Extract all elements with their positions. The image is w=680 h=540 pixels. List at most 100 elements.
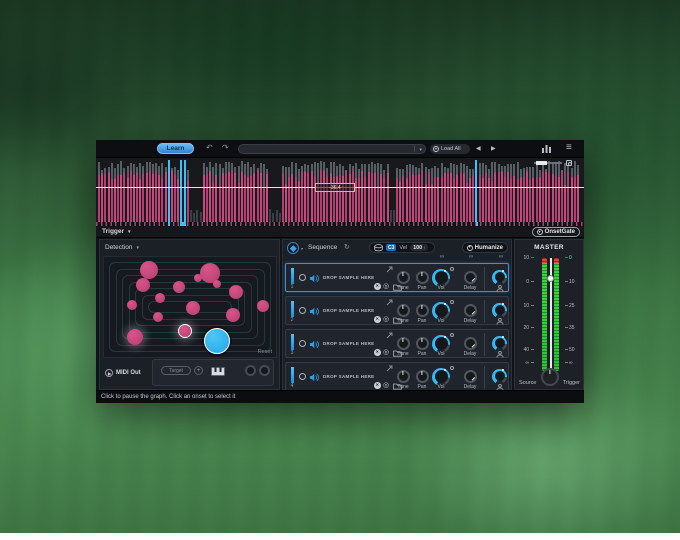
tune-knob[interactable] <box>396 271 410 284</box>
drop-sample-zone[interactable]: DROP SAMPLE HERE <box>323 275 374 280</box>
expand-icon[interactable] <box>386 266 393 273</box>
drop-sample-zone[interactable]: DROP SAMPLE HERE <box>323 374 374 379</box>
onset-bubble[interactable] <box>173 281 185 293</box>
pan-knob[interactable] <box>415 304 429 317</box>
loop-icon[interactable]: ↻ <box>344 243 350 251</box>
onset-bubble[interactable] <box>194 274 202 282</box>
delay-knob[interactable] <box>463 370 477 383</box>
zoom-slider[interactable] <box>534 161 562 165</box>
note-value[interactable]: C3 <box>386 244 397 251</box>
expand-icon[interactable] <box>386 332 393 339</box>
link-infinity-icon[interactable]: ∞ <box>495 254 507 260</box>
delay-knob[interactable] <box>463 304 477 317</box>
clear-sample-icon[interactable]: ✕ <box>374 283 381 290</box>
learn-button[interactable]: Learn <box>157 143 194 154</box>
onsetgate-toggle[interactable]: ▾ OnsetGate <box>531 227 580 237</box>
zoom-slider-handle[interactable] <box>536 161 547 165</box>
onset-bubble[interactable] <box>136 278 150 292</box>
undo-icon[interactable]: ↶ <box>206 143 213 152</box>
source-trigger-mix-knob[interactable] <box>541 368 559 386</box>
tune-knob[interactable] <box>396 337 410 350</box>
onset-bubble[interactable] <box>213 280 221 288</box>
preset-caret-icon[interactable]: ▾ <box>419 147 422 153</box>
detection-knob-1[interactable] <box>245 365 256 376</box>
master-fader-track[interactable] <box>547 258 554 371</box>
onset-bubble[interactable] <box>229 285 243 299</box>
onset-bubble[interactable] <box>226 308 240 322</box>
pan-knob[interactable] <box>415 370 429 383</box>
onset-bubble[interactable] <box>153 312 163 322</box>
chart-icon[interactable] <box>542 144 552 153</box>
clear-sample-icon[interactable]: ✕ <box>374 382 381 389</box>
humanize-knob[interactable] <box>492 335 507 351</box>
expand-icon[interactable] <box>386 299 393 306</box>
pan-knob[interactable] <box>415 337 429 350</box>
humanize-knob[interactable] <box>492 368 507 384</box>
humanize-knob[interactable] <box>492 302 507 318</box>
row-select-radio[interactable] <box>299 307 306 314</box>
tune-knob[interactable] <box>396 370 410 383</box>
master-fader-thumb[interactable] <box>547 275 554 282</box>
trigger-dropdown[interactable]: Trigger ▾ <box>102 228 131 235</box>
vol-knob[interactable] <box>432 268 450 287</box>
magnifier-icon[interactable] <box>566 160 572 166</box>
onset-bubble[interactable] <box>127 300 137 310</box>
solo-circle-icon[interactable]: ◎ <box>383 348 389 356</box>
sample-row[interactable]: 3 DROP SAMPLE HERE ✕ ◎ Tune Pan Vol Dela… <box>285 329 509 358</box>
preset-field[interactable]: | ▾ <box>238 144 426 154</box>
sample-row[interactable]: 1 DROP SAMPLE HERE ✕ ◎ Tune Pan Vol Dela… <box>285 263 509 292</box>
waveform-bar <box>354 163 357 222</box>
detection-dropdown[interactable]: Detection ▾ <box>105 244 139 251</box>
menu-icon[interactable]: ≡ <box>566 142 572 153</box>
delay-knob[interactable] <box>463 337 477 350</box>
detection-graph[interactable]: Reset <box>103 256 277 358</box>
row-select-radio[interactable] <box>299 340 306 347</box>
vol-knob[interactable] <box>432 367 450 386</box>
onset-bubble[interactable] <box>186 301 200 315</box>
redo-icon[interactable]: ↷ <box>222 143 229 152</box>
detection-knob-2[interactable] <box>259 365 270 376</box>
tune-knob[interactable] <box>396 304 410 317</box>
drop-sample-zone[interactable]: DROP SAMPLE HERE <box>323 341 374 346</box>
waveform-display[interactable]: -36.4 <box>96 158 584 222</box>
clear-sample-icon[interactable]: ✕ <box>374 316 381 323</box>
link-infinity-icon[interactable]: ∞ <box>436 254 448 260</box>
midi-note-pill[interactable]: C3 Vel 100 ↕ <box>369 242 435 253</box>
expand-icon[interactable] <box>386 365 393 372</box>
onset-bubble[interactable] <box>155 293 165 303</box>
velocity-stepper[interactable]: 100 ↕ <box>410 244 429 251</box>
stepper-icon[interactable]: ↕ <box>423 245 425 250</box>
row-select-radio[interactable] <box>299 373 306 380</box>
delay-knob[interactable] <box>463 271 477 284</box>
sample-row[interactable]: 2 DROP SAMPLE HERE ✕ ◎ Tune Pan Vol Dela… <box>285 296 509 325</box>
row-select-radio[interactable] <box>299 274 306 281</box>
next-preset-button[interactable]: ▶ <box>491 145 496 152</box>
onset-bubble[interactable] <box>257 300 269 312</box>
solo-circle-icon[interactable]: ◎ <box>383 282 389 290</box>
onset-bubble[interactable] <box>127 329 143 345</box>
sample-row[interactable]: 4 DROP SAMPLE HERE ✕ ◎ Tune Pan Vol Dela… <box>285 362 509 391</box>
piano-icon[interactable] <box>211 367 225 376</box>
solo-circle-icon[interactable]: ◎ <box>383 381 389 389</box>
pan-knob[interactable] <box>415 271 429 284</box>
waveform-bar <box>450 162 452 222</box>
humanize-dropdown[interactable]: ▾ Humanize <box>461 242 508 253</box>
vol-knob[interactable] <box>432 301 450 320</box>
target-pill[interactable]: Target <box>161 366 191 375</box>
load-all-dropdown[interactable]: ▾ Load All <box>430 144 470 154</box>
vol-knob[interactable] <box>432 334 450 353</box>
humanize-knob[interactable] <box>492 269 507 285</box>
onset-bubble[interactable] <box>140 261 158 279</box>
prev-preset-button[interactable]: ◀ <box>476 145 481 152</box>
selected-onset-bubble[interactable] <box>204 328 230 354</box>
clear-sample-icon[interactable]: ✕ <box>374 349 381 356</box>
add-target-button[interactable]: + <box>194 366 203 375</box>
solo-circle-icon[interactable]: ◎ <box>383 315 389 323</box>
midi-out-button[interactable]: ▶ MIDI Out <box>105 369 141 377</box>
waveform-bar <box>218 163 221 222</box>
sequence-mode-icon[interactable] <box>287 242 299 254</box>
chevron-down-icon[interactable]: ▾ <box>301 246 303 251</box>
selected-onset-bubble[interactable] <box>178 324 192 338</box>
link-infinity-icon[interactable]: ∞ <box>465 254 477 260</box>
drop-sample-zone[interactable]: DROP SAMPLE HERE <box>323 308 374 313</box>
